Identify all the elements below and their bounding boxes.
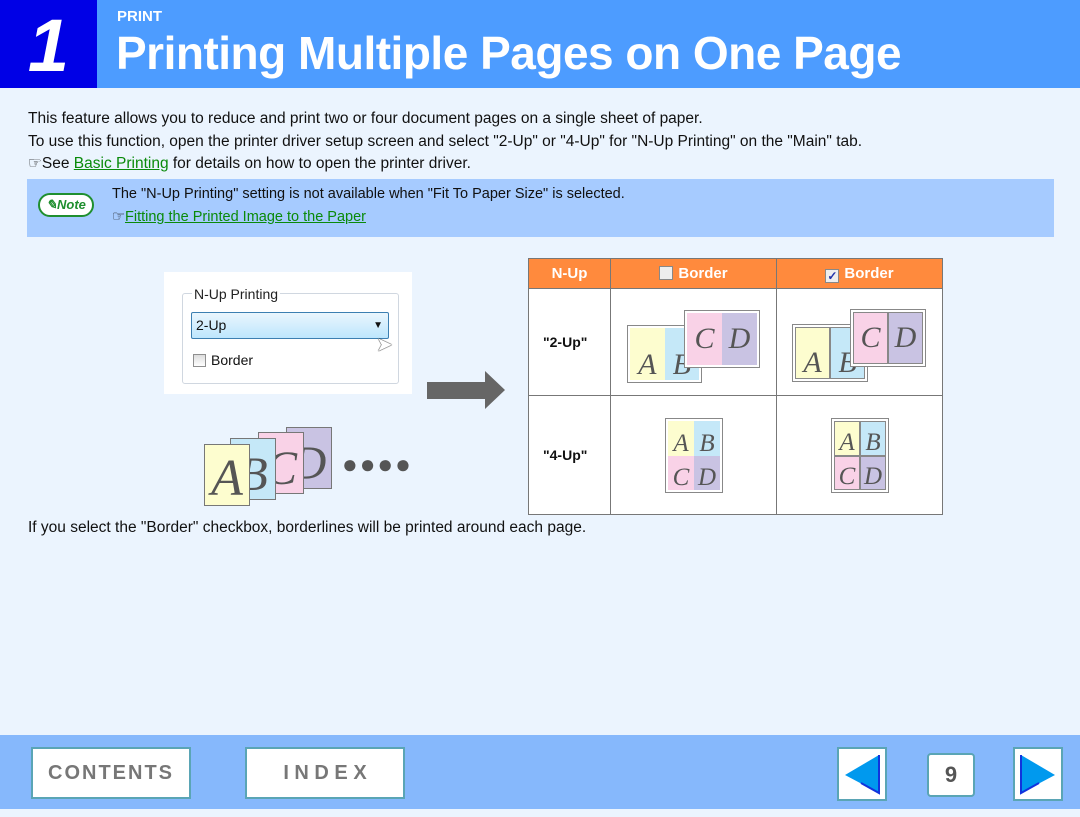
2up-no-border: AB CD [610, 288, 777, 396]
nup-dialog-screenshot: N-Up Printing 2-Up ▼ ➤ Border [164, 272, 412, 394]
fitting-image-link[interactable]: Fitting the Printed Image to the Paper [125, 209, 366, 225]
left-triangle-icon [845, 755, 880, 795]
page-title: Printing Multiple Pages on One Page [116, 27, 902, 79]
row-label: "4-Up" [528, 395, 611, 515]
border-checkbox[interactable]: Border [193, 352, 253, 368]
footer-nav: CONTENTS I N D E X 9 [0, 735, 1080, 809]
right-arrow-icon [427, 371, 505, 409]
right-triangle-icon [1020, 755, 1055, 795]
nup-select[interactable]: 2-Up ▼ [191, 312, 389, 339]
pencil-icon: ✎ [46, 197, 57, 212]
chapter-number: 1 [0, 0, 97, 88]
header-bar: 1 PRINT Printing Multiple Pages on One P… [0, 0, 1080, 88]
intro-text: This feature allows you to reduce and pr… [28, 108, 862, 176]
checked-checkbox-icon: ✓ [825, 268, 840, 283]
index-button[interactable]: I N D E X [245, 747, 405, 799]
col-border-off: Border [610, 258, 777, 289]
table-row: "2-Up" AB CD AB CD [528, 288, 943, 396]
note-badge: ✎Note [38, 193, 94, 217]
basic-printing-link[interactable]: Basic Printing [74, 155, 169, 172]
col-nup: N-Up [528, 258, 611, 289]
nup-group-label: N-Up Printing [192, 286, 281, 302]
unchecked-checkbox-icon [659, 266, 674, 280]
previous-page-button[interactable] [837, 747, 887, 801]
page-number: 9 [927, 753, 975, 797]
cursor-icon: ➤ [376, 334, 393, 356]
nup-comparison-table: N-Up Border ✓ Border "2-Up" AB CD AB CD "… [528, 258, 943, 515]
row-label: "2-Up" [528, 288, 611, 396]
2up-border: AB CD [776, 288, 943, 396]
4up-no-border: ABCD [610, 395, 777, 515]
ellipsis-dots: ●●●● [342, 449, 413, 479]
next-page-button[interactable] [1013, 747, 1063, 801]
intro-line-1: This feature allows you to reduce and pr… [28, 110, 703, 127]
note-box: ✎Note The "N-Up Printing" setting is not… [27, 179, 1054, 237]
4up-border: ABCD [776, 395, 943, 515]
col-border-on: ✓ Border [776, 258, 943, 289]
section-label: PRINT [117, 8, 162, 25]
see-line: ☞See Basic Printing for details on how t… [28, 155, 471, 172]
table-row: "4-Up" ABCD ABCD [528, 395, 943, 515]
closing-text: If you select the "Border" checkbox, bor… [28, 519, 587, 536]
stacked-pages-illustration: D C B A ●●●● [204, 427, 411, 507]
pointing-hand-icon: ☞ [28, 155, 42, 172]
pointing-hand-icon: ☞ [112, 209, 125, 225]
contents-button[interactable]: CONTENTS [31, 747, 191, 799]
intro-line-2: To use this function, open the printer d… [28, 132, 863, 150]
note-text: The "N-Up Printing" setting is not avail… [112, 186, 625, 202]
